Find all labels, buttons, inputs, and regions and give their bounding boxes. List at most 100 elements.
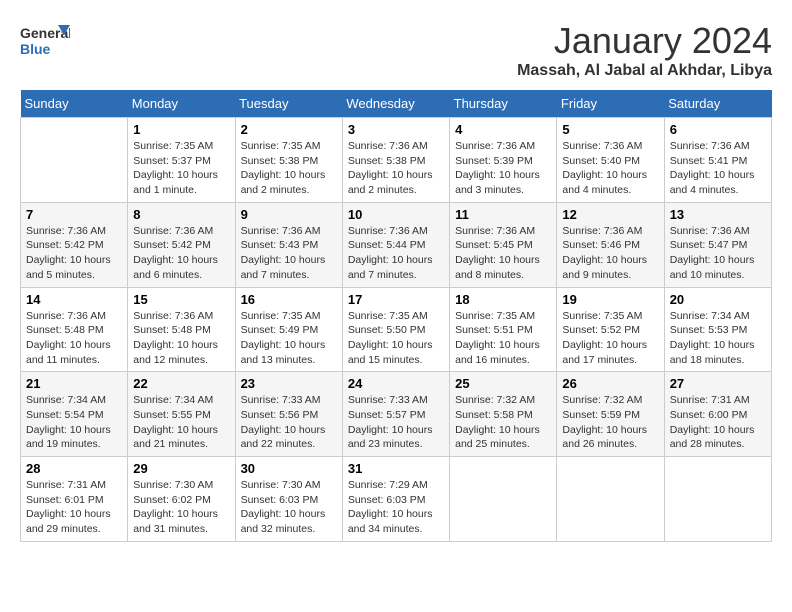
cell-sunrise: Sunrise: 7:34 AM	[26, 394, 106, 406]
cell-daylight: Daylight: 10 hours and 32 minutes.	[241, 508, 326, 535]
table-row: 6 Sunrise: 7:36 AM Sunset: 5:41 PM Dayli…	[664, 118, 771, 203]
cell-sunset: Sunset: 5:37 PM	[133, 155, 211, 167]
cell-sunset: Sunset: 5:39 PM	[455, 155, 533, 167]
cell-sunset: Sunset: 5:46 PM	[562, 239, 640, 251]
cell-daylight: Daylight: 10 hours and 13 minutes.	[241, 339, 326, 366]
cell-sunrise: Sunrise: 7:36 AM	[26, 225, 106, 237]
cell-sunrise: Sunrise: 7:34 AM	[133, 394, 213, 406]
month-title: January 2024	[517, 20, 772, 62]
cell-sunset: Sunset: 5:55 PM	[133, 409, 211, 421]
table-row: 31 Sunrise: 7:29 AM Sunset: 6:03 PM Dayl…	[342, 457, 449, 542]
day-number: 12	[562, 207, 658, 222]
location: Massah, Al Jabal al Akhdar, Libya	[517, 62, 772, 80]
cell-daylight: Daylight: 10 hours and 34 minutes.	[348, 508, 433, 535]
header-tuesday: Tuesday	[235, 90, 342, 118]
table-row: 26 Sunrise: 7:32 AM Sunset: 5:59 PM Dayl…	[557, 372, 664, 457]
day-number: 11	[455, 207, 551, 222]
cell-sunset: Sunset: 5:40 PM	[562, 155, 640, 167]
cell-sunrise: Sunrise: 7:33 AM	[348, 394, 428, 406]
day-number: 21	[26, 376, 122, 391]
title-block: January 2024 Massah, Al Jabal al Akhdar,…	[517, 20, 772, 80]
logo-icon: General Blue	[20, 20, 70, 60]
day-number: 23	[241, 376, 337, 391]
cell-sunset: Sunset: 6:03 PM	[348, 494, 426, 506]
table-row: 23 Sunrise: 7:33 AM Sunset: 5:56 PM Dayl…	[235, 372, 342, 457]
cell-sunset: Sunset: 6:03 PM	[241, 494, 319, 506]
day-number: 15	[133, 292, 229, 307]
cell-sunrise: Sunrise: 7:35 AM	[241, 140, 321, 152]
day-number: 16	[241, 292, 337, 307]
day-number: 4	[455, 122, 551, 137]
cell-sunset: Sunset: 5:49 PM	[241, 324, 319, 336]
cell-sunrise: Sunrise: 7:36 AM	[562, 140, 642, 152]
cell-sunrise: Sunrise: 7:31 AM	[670, 394, 750, 406]
cell-daylight: Daylight: 10 hours and 3 minutes.	[455, 169, 540, 196]
cell-sunset: Sunset: 5:41 PM	[670, 155, 748, 167]
cell-daylight: Daylight: 10 hours and 11 minutes.	[26, 339, 111, 366]
day-number: 31	[348, 461, 444, 476]
cell-sunrise: Sunrise: 7:36 AM	[455, 225, 535, 237]
cell-daylight: Daylight: 10 hours and 28 minutes.	[670, 424, 755, 451]
header-wednesday: Wednesday	[342, 90, 449, 118]
svg-text:Blue: Blue	[20, 41, 51, 57]
cell-sunset: Sunset: 5:50 PM	[348, 324, 426, 336]
cell-daylight: Daylight: 10 hours and 15 minutes.	[348, 339, 433, 366]
table-row: 25 Sunrise: 7:32 AM Sunset: 5:58 PM Dayl…	[450, 372, 557, 457]
cell-sunset: Sunset: 5:45 PM	[455, 239, 533, 251]
cell-daylight: Daylight: 10 hours and 7 minutes.	[348, 254, 433, 281]
cell-sunrise: Sunrise: 7:36 AM	[133, 225, 213, 237]
cell-daylight: Daylight: 10 hours and 25 minutes.	[455, 424, 540, 451]
table-row	[21, 118, 128, 203]
cell-sunrise: Sunrise: 7:35 AM	[133, 140, 213, 152]
table-row: 29 Sunrise: 7:30 AM Sunset: 6:02 PM Dayl…	[128, 457, 235, 542]
day-number: 3	[348, 122, 444, 137]
table-row: 12 Sunrise: 7:36 AM Sunset: 5:46 PM Dayl…	[557, 202, 664, 287]
cell-sunset: Sunset: 5:44 PM	[348, 239, 426, 251]
day-number: 20	[670, 292, 766, 307]
cell-daylight: Daylight: 10 hours and 12 minutes.	[133, 339, 218, 366]
cell-daylight: Daylight: 10 hours and 16 minutes.	[455, 339, 540, 366]
cell-sunset: Sunset: 6:00 PM	[670, 409, 748, 421]
calendar-table: Sunday Monday Tuesday Wednesday Thursday…	[20, 90, 772, 542]
cell-daylight: Daylight: 10 hours and 2 minutes.	[348, 169, 433, 196]
cell-sunrise: Sunrise: 7:34 AM	[670, 310, 750, 322]
table-row: 10 Sunrise: 7:36 AM Sunset: 5:44 PM Dayl…	[342, 202, 449, 287]
day-number: 7	[26, 207, 122, 222]
table-row: 22 Sunrise: 7:34 AM Sunset: 5:55 PM Dayl…	[128, 372, 235, 457]
cell-sunrise: Sunrise: 7:36 AM	[26, 310, 106, 322]
header-sunday: Sunday	[21, 90, 128, 118]
cell-daylight: Daylight: 10 hours and 4 minutes.	[562, 169, 647, 196]
cell-daylight: Daylight: 10 hours and 22 minutes.	[241, 424, 326, 451]
table-row: 13 Sunrise: 7:36 AM Sunset: 5:47 PM Dayl…	[664, 202, 771, 287]
cell-daylight: Daylight: 10 hours and 17 minutes.	[562, 339, 647, 366]
cell-sunrise: Sunrise: 7:36 AM	[562, 225, 642, 237]
day-number: 29	[133, 461, 229, 476]
cell-sunset: Sunset: 5:48 PM	[26, 324, 104, 336]
cell-sunrise: Sunrise: 7:36 AM	[455, 140, 535, 152]
cell-daylight: Daylight: 10 hours and 4 minutes.	[670, 169, 755, 196]
table-row: 11 Sunrise: 7:36 AM Sunset: 5:45 PM Dayl…	[450, 202, 557, 287]
day-number: 2	[241, 122, 337, 137]
table-row: 28 Sunrise: 7:31 AM Sunset: 6:01 PM Dayl…	[21, 457, 128, 542]
day-number: 25	[455, 376, 551, 391]
cell-sunrise: Sunrise: 7:36 AM	[348, 140, 428, 152]
cell-sunrise: Sunrise: 7:35 AM	[455, 310, 535, 322]
calendar-week-4: 21 Sunrise: 7:34 AM Sunset: 5:54 PM Dayl…	[21, 372, 772, 457]
cell-daylight: Daylight: 10 hours and 8 minutes.	[455, 254, 540, 281]
table-row: 21 Sunrise: 7:34 AM Sunset: 5:54 PM Dayl…	[21, 372, 128, 457]
cell-sunset: Sunset: 5:54 PM	[26, 409, 104, 421]
cell-sunset: Sunset: 5:48 PM	[133, 324, 211, 336]
cell-sunrise: Sunrise: 7:36 AM	[348, 225, 428, 237]
cell-daylight: Daylight: 10 hours and 6 minutes.	[133, 254, 218, 281]
cell-sunset: Sunset: 5:52 PM	[562, 324, 640, 336]
day-number: 18	[455, 292, 551, 307]
table-row	[664, 457, 771, 542]
cell-sunrise: Sunrise: 7:36 AM	[670, 225, 750, 237]
cell-sunset: Sunset: 5:51 PM	[455, 324, 533, 336]
header-saturday: Saturday	[664, 90, 771, 118]
cell-sunrise: Sunrise: 7:31 AM	[26, 479, 106, 491]
day-number: 13	[670, 207, 766, 222]
day-number: 14	[26, 292, 122, 307]
table-row: 17 Sunrise: 7:35 AM Sunset: 5:50 PM Dayl…	[342, 287, 449, 372]
cell-sunset: Sunset: 5:58 PM	[455, 409, 533, 421]
